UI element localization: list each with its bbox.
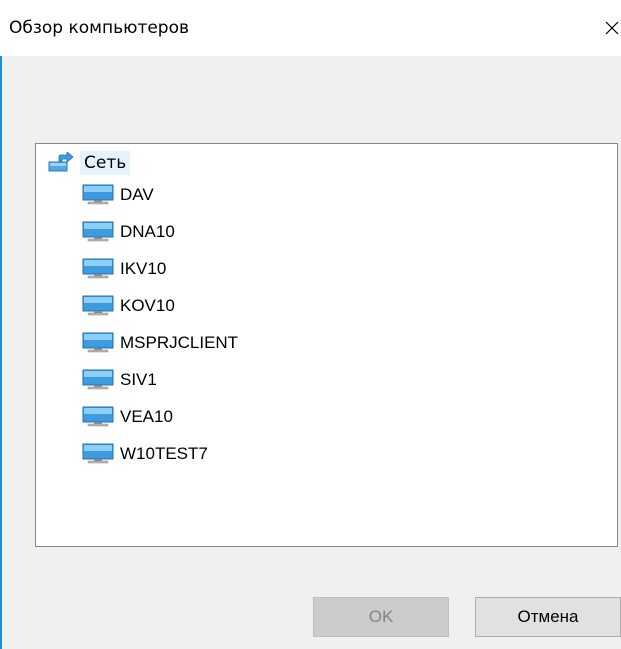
computer-icon [82,443,114,464]
tree-item-computer[interactable]: DAV [82,181,154,209]
computer-icon [82,221,114,242]
title-bar: Обзор компьютеров [0,0,621,56]
computer-icon [82,258,114,279]
computer-icon [82,369,114,390]
tree-item-computer[interactable]: SIV1 [82,366,157,394]
tree-item-computer[interactable]: DNA10 [82,218,175,246]
cancel-button[interactable]: Отмена [475,597,621,637]
tree-item-computer[interactable]: KOV10 [82,292,175,320]
tree-item-computer[interactable]: MSPRJCLIENT [82,329,238,357]
computer-icon [82,295,114,316]
tree-item-label: IKV10 [120,259,167,278]
window-border [0,0,2,649]
tree-item-computer[interactable]: W10TEST7 [82,440,208,468]
dialog-title: Обзор компьютеров [9,18,190,38]
tree-item-computer[interactable]: IKV10 [82,255,166,283]
tree-item-label: MSPRJCLIENT [120,333,239,352]
computer-icon [82,184,114,205]
ok-button[interactable]: OK [313,597,449,637]
computer-icon [82,332,114,353]
tree-item-label: VEA10 [120,407,173,426]
browse-computers-dialog: Обзор компьютеров Сеть DAV DNA10 IKV10 K… [0,0,621,649]
tree-item-label: W10TEST7 [120,444,208,463]
tree-item-label: KOV10 [120,296,175,315]
tree-item-network[interactable]: Сеть [45,149,131,177]
tree-item-label: DAV [120,185,154,204]
tree-item-label: Сеть [80,151,131,175]
tree-item-computer[interactable]: VEA10 [82,403,173,431]
tree-item-label: DNA10 [120,222,175,241]
close-button[interactable] [601,12,621,44]
tree-item-label: SIV1 [120,370,157,389]
close-icon [605,21,619,35]
computer-icon [82,406,114,427]
computer-tree[interactable]: Сеть DAV DNA10 IKV10 KOV10 MSPRJCLIENT S… [35,143,618,547]
network-icon [48,152,74,172]
